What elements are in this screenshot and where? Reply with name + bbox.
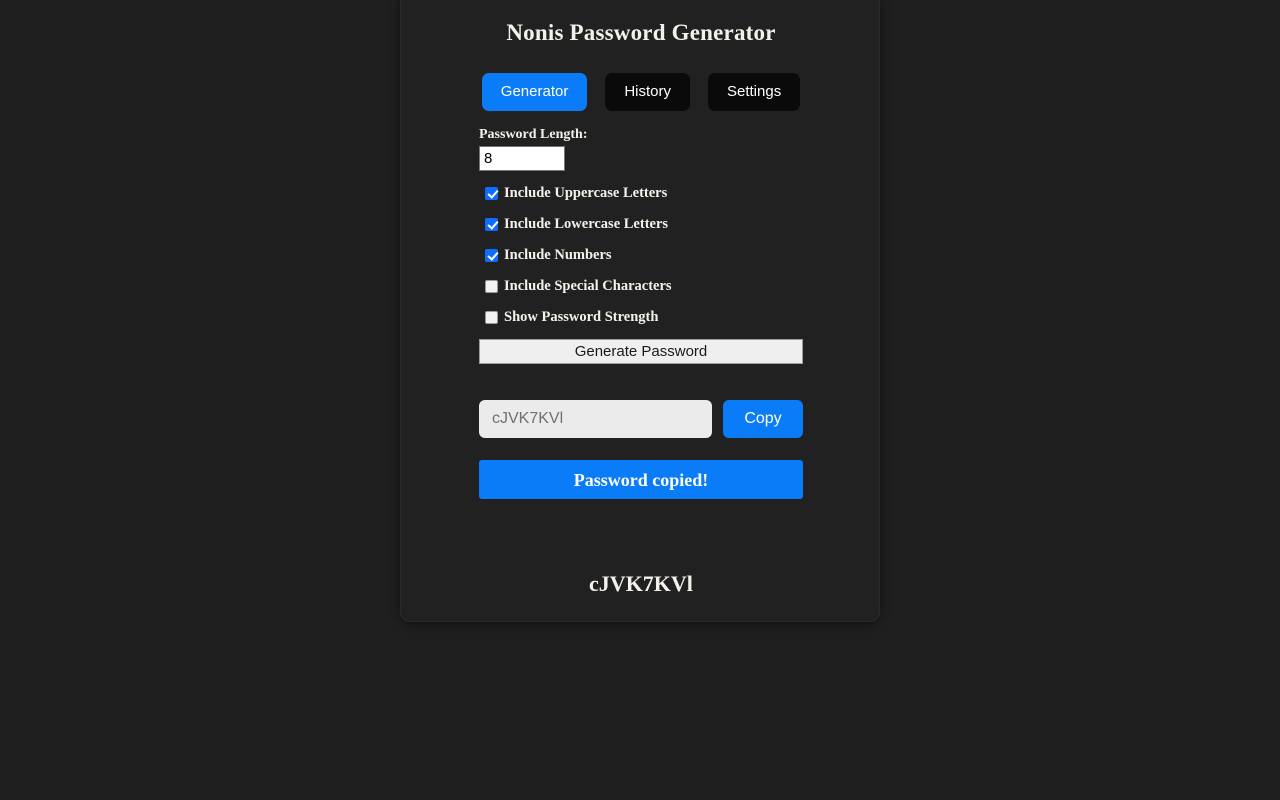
copy-password-button[interactable]: Copy [723,400,803,438]
option-row-lowercase[interactable]: Include Lowercase Letters [479,213,803,235]
page-title: Nonis Password Generator [506,20,776,45]
tab-settings[interactable]: Settings [708,73,801,111]
option-row-numbers[interactable]: Include Numbers [479,244,803,266]
option-label-numbers: Include Numbers [504,246,612,263]
generator-form: Password Length: Include Uppercase Lette… [479,126,803,597]
option-row-strength[interactable]: Show Password Strength [479,306,803,328]
generate-password-button[interactable]: Generate Password [479,339,803,364]
copy-status-banner: Password copied! [479,460,803,499]
generated-password-input[interactable] [479,400,712,438]
password-length-label: Password Length: [479,127,588,142]
option-row-uppercase[interactable]: Include Uppercase Letters [479,182,803,204]
option-list: Include Uppercase Letters Include Lowerc… [479,182,803,328]
checkbox-include-special[interactable] [485,279,498,293]
checkbox-include-numbers[interactable] [485,248,498,262]
checkbox-include-uppercase[interactable] [485,186,498,200]
checkbox-include-lowercase[interactable] [485,217,498,231]
tab-generator[interactable]: Generator [481,73,588,111]
option-row-special[interactable]: Include Special Characters [479,275,803,297]
option-label-uppercase: Include Uppercase Letters [504,184,668,201]
generator-card: Nonis Password Generator Generator Histo… [400,0,880,622]
option-label-lowercase: Include Lowercase Letters [504,215,669,232]
password-display: cJVK7KVl [589,571,693,596]
app-root: Nonis Password Generator Generator Histo… [0,0,1280,800]
tab-history[interactable]: History [605,73,690,111]
tab-bar: Generator History Settings [401,73,881,111]
option-label-special: Include Special Characters [504,277,672,294]
password-output-row: Copy [479,400,803,438]
checkbox-show-strength[interactable] [485,310,498,324]
password-length-input[interactable] [479,146,565,171]
option-label-strength: Show Password Strength [504,308,659,325]
